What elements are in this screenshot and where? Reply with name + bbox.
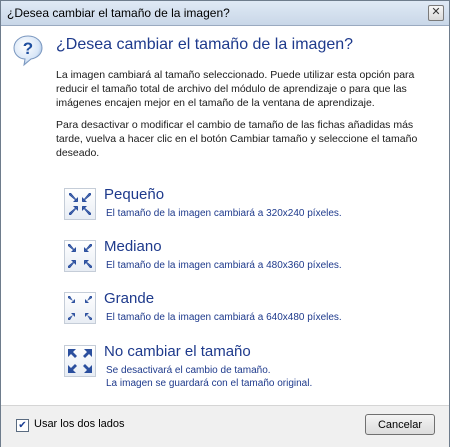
option-no-resize[interactable]: No cambiar el tamaño Se desactivará el c… — [64, 343, 434, 390]
option-medium-title: Mediano — [104, 238, 162, 255]
option-no-resize-description: Se desactivará el cambio de tamaño. La i… — [106, 364, 312, 390]
option-no-resize-desc-line2: La imagen se guardará con el tamaño orig… — [106, 378, 313, 389]
instructions-paragraph: Para desactivar o modificar el cambio de… — [56, 119, 418, 159]
use-both-sides-label[interactable]: Usar los dos lados — [34, 418, 125, 430]
option-large[interactable]: Grande El tamaño de la imagen cambiará a… — [64, 290, 434, 336]
option-large-description: El tamaño de la imagen cambiará a 640x48… — [106, 311, 342, 324]
dialog-footer: ✔ Usar los dos lados Cancelar — [1, 405, 449, 447]
option-small-desc-line1: El tamaño de la imagen cambiará a 320x24… — [106, 208, 342, 219]
option-no-resize-desc-line1: Se desactivará el cambio de tamaño. — [106, 365, 271, 376]
option-medium-description: El tamaño de la imagen cambiará a 480x36… — [106, 259, 342, 272]
question-icon: ? — [13, 35, 43, 67]
title-bar[interactable]: ¿Desea cambiar el tamaño de la imagen? ✕ — [1, 1, 449, 26]
shrink-large-icon — [64, 292, 96, 324]
option-small-title: Pequeño — [104, 186, 165, 203]
option-large-desc-line1: El tamaño de la imagen cambiará a 640x48… — [106, 312, 342, 323]
close-button[interactable]: ✕ — [428, 5, 444, 21]
window-title: ¿Desea cambiar el tamaño de la imagen? — [7, 6, 230, 20]
svg-text:?: ? — [23, 39, 33, 58]
close-icon: ✕ — [431, 6, 441, 18]
use-both-sides-checkbox[interactable]: ✔ — [16, 419, 29, 432]
dialog-window: ¿Desea cambiar el tamaño de la imagen? ✕… — [0, 0, 450, 447]
option-no-resize-title: No cambiar el tamaño — [104, 343, 251, 360]
option-small-description: El tamaño de la imagen cambiará a 320x24… — [106, 207, 342, 220]
shrink-medium-icon — [64, 240, 96, 272]
option-medium[interactable]: Mediano El tamaño de la imagen cambiará … — [64, 238, 434, 284]
cancel-button[interactable]: Cancelar — [365, 414, 435, 435]
description-paragraph: La imagen cambiará al tamaño seleccionad… — [56, 69, 415, 109]
option-medium-desc-line1: El tamaño de la imagen cambiará a 480x36… — [106, 260, 342, 271]
option-large-title: Grande — [104, 290, 155, 307]
option-small[interactable]: Pequeño El tamaño de la imagen cambiará … — [64, 186, 434, 232]
expand-icon — [64, 345, 96, 377]
dialog-heading: ¿Desea cambiar el tamaño de la imagen? — [56, 36, 354, 53]
check-icon: ✔ — [18, 420, 27, 431]
shrink-small-icon — [64, 188, 96, 220]
